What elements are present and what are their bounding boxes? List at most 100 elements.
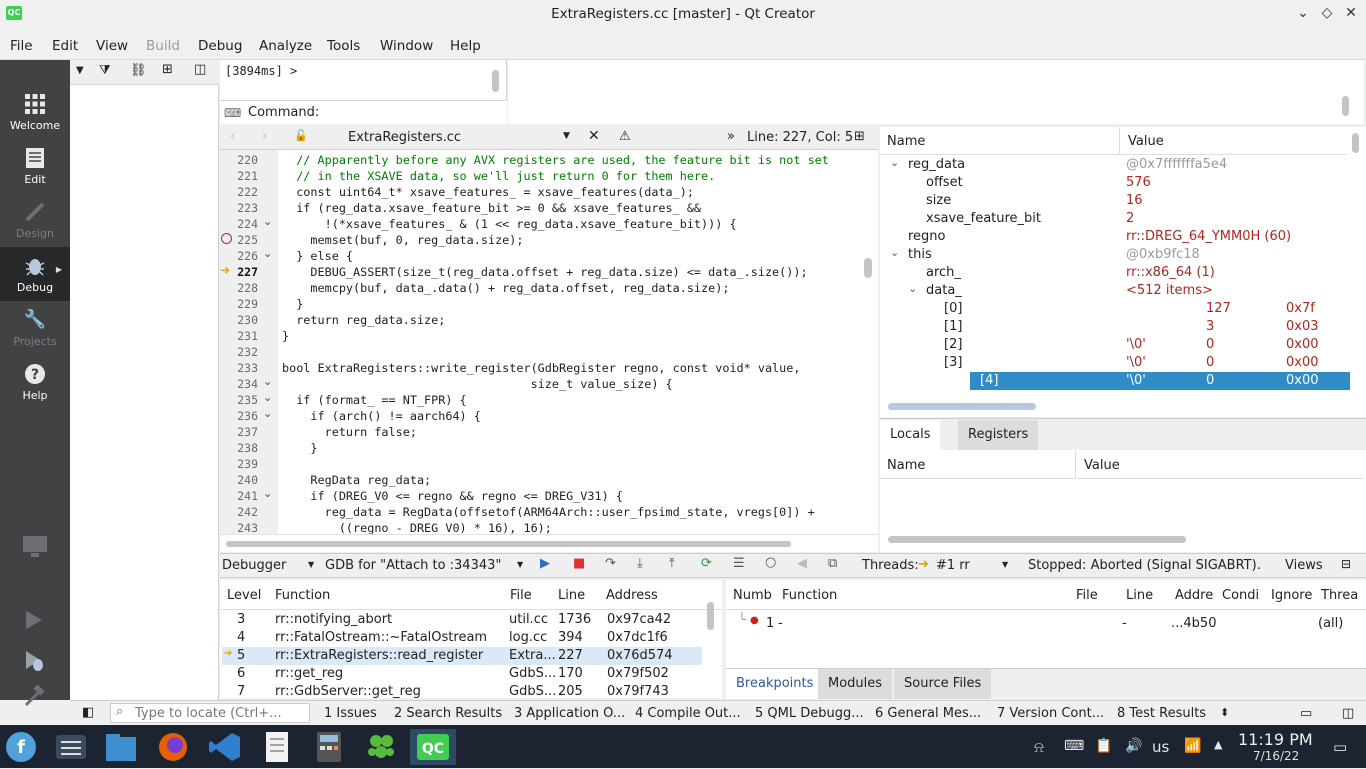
more-icon[interactable]: » (727, 129, 735, 144)
mode-design[interactable]: Design (0, 193, 70, 247)
console-scrollbar[interactable] (492, 70, 499, 92)
link-icon[interactable]: ⛓ (130, 63, 147, 78)
fedora-menu-icon[interactable]: f (2, 729, 40, 765)
step-into-icon[interactable]: ⤓ (637, 556, 643, 571)
firefox-icon[interactable] (154, 729, 192, 765)
code-line[interactable]: 239 (220, 456, 860, 472)
bp-header-file[interactable]: File (1076, 588, 1098, 603)
menu-help[interactable]: Help (450, 38, 481, 54)
chevron-down-icon[interactable]: ▼ (517, 560, 523, 569)
locals-header-name[interactable]: Name (880, 451, 1076, 479)
record-icon[interactable]: ○ (765, 555, 776, 570)
bp-header-number[interactable]: Numb (733, 588, 772, 603)
watch-vscroll[interactable] (1352, 133, 1359, 153)
output-issues[interactable]: 1 Issues (324, 706, 377, 721)
stack-header-function[interactable]: Function (275, 588, 330, 603)
watch-header-name[interactable]: Name (880, 127, 1120, 155)
close-output-icon[interactable]: ◫ (1342, 706, 1354, 721)
code-line[interactable]: 241 ⌄ if (DREG_V0 <= regno && regno <= DR… (220, 487, 860, 504)
editor-hscroll[interactable] (220, 534, 878, 552)
tab-registers[interactable]: Registers (958, 420, 1039, 450)
menu-analyze[interactable]: Analyze (259, 38, 312, 54)
watch-row[interactable]: offset 576 (882, 174, 1342, 192)
chevron-down-icon[interactable]: ▼ (1002, 560, 1008, 569)
menu-view[interactable]: View (96, 38, 128, 54)
network-icon[interactable]: 📶 (1184, 738, 1201, 754)
fold-marker-icon[interactable]: ⌄ (263, 487, 272, 500)
stop-debugger-icon[interactable]: ■ (573, 556, 585, 571)
watch-row[interactable]: ⌄ this @0xb9fc18 (882, 246, 1342, 264)
stack-row[interactable]: ➔ 5 rr::ExtraRegisters::read_register Extra… (222, 647, 702, 665)
updown-icon[interactable]: ⬍ (1220, 706, 1229, 719)
output-test-results[interactable]: 8 Test Results (1117, 706, 1206, 721)
locals-header-value[interactable]: Value (1077, 451, 1363, 479)
gdb-engine-selector[interactable]: GDB for "Attach to :34343" (325, 558, 501, 573)
expand-arrow-icon[interactable]: ⌄ (890, 246, 899, 259)
stack-row[interactable]: 4 rr::FatalOstream::~FatalOstream log.cc 39… (222, 629, 702, 647)
bp-header-line[interactable]: Line (1126, 588, 1153, 603)
toggle-sidebar-icon[interactable]: ◧ (82, 705, 94, 720)
close-icon[interactable]: ✕ (1342, 5, 1360, 23)
build-hammer-icon[interactable] (22, 684, 46, 711)
app-cluster-icon[interactable] (362, 729, 400, 765)
calculator-icon[interactable] (310, 729, 348, 765)
split-icon[interactable]: ⊞ (162, 62, 173, 77)
clipboard-icon[interactable]: 📋 (1095, 738, 1112, 754)
fold-marker-icon[interactable]: ⌄ (263, 247, 272, 260)
back-icon[interactable]: ‹ (230, 129, 235, 144)
code-line[interactable]: 226 ⌄ } else { (220, 247, 860, 264)
code-line[interactable]: 243 ((regno - DREG_V0) * 16), 16); (220, 520, 860, 534)
editor-vscroll[interactable] (864, 258, 872, 278)
output-general-messages[interactable]: 6 General Mes... (875, 706, 981, 721)
bp-header-function[interactable]: Function (782, 588, 837, 603)
stack-vscroll[interactable] (707, 602, 714, 630)
output-qml-debugger[interactable]: 5 QML Debugg... (755, 706, 864, 721)
mode-welcome[interactable]: Welcome (0, 85, 70, 139)
stack-row[interactable]: 7 rr::GdbServer::get_reg GdbS... 205 0x79f74… (222, 683, 702, 698)
code-line[interactable]: 237 return false; (220, 424, 860, 440)
tab-modules[interactable]: Modules (818, 669, 893, 699)
fold-marker-icon[interactable]: ⌄ (263, 407, 272, 420)
code-line[interactable]: 234 ⌄ size_t value_size) { (220, 375, 860, 392)
watch-row[interactable]: [2] '\0' 0 0x00 (882, 336, 1342, 354)
watch-row[interactable]: arch_ rr::x86_64 (1) (882, 264, 1342, 282)
split-editor-icon[interactable]: ⊞ (854, 129, 865, 144)
mode-edit[interactable]: Edit (0, 139, 70, 193)
watch-header-value[interactable]: Value (1121, 127, 1346, 155)
watch-row[interactable]: ⌄ data_ <512 items> (882, 282, 1342, 300)
clock-date[interactable]: 7/16/22 (1253, 749, 1299, 763)
bp-header-ignore[interactable]: Ignore (1271, 588, 1312, 603)
system-settings-icon[interactable] (52, 729, 90, 765)
maximize-icon[interactable]: ◇ (1318, 5, 1336, 23)
output-version-control[interactable]: 7 Version Cont... (997, 706, 1104, 721)
output-application-output[interactable]: 3 Application O... (514, 706, 625, 721)
code-line[interactable]: 230 return reg_data.size; (220, 312, 860, 328)
minimize-icon[interactable]: ⌄ (1294, 5, 1312, 23)
stack-row[interactable]: 6 rr::get_reg GdbS... 170 0x79f502 (222, 665, 702, 683)
clock-time[interactable]: 11:19 PM (1238, 730, 1313, 749)
watch-hscroll[interactable] (888, 403, 1036, 410)
code-line[interactable]: 228 memcpy(buf, data_.data() + reg_data.… (220, 280, 860, 296)
close-document-icon[interactable]: ✕ (588, 128, 600, 144)
restart-icon[interactable]: ⟳ (701, 556, 712, 571)
snapshot-icon[interactable]: ⧉ (828, 556, 837, 571)
mode-debug[interactable]: Debug ▶ (0, 247, 70, 301)
progress-toggle-icon[interactable]: ▭ (1300, 706, 1312, 721)
code-line[interactable]: 238 } (220, 440, 860, 456)
notifications-icon[interactable]: ⍾ (1034, 738, 1044, 756)
watch-row[interactable]: [0] 127 0x7f (882, 300, 1342, 318)
watch-row[interactable]: regno rr::DREG_64_YMM0H (60) (882, 228, 1342, 246)
log-scrollbar[interactable] (1342, 96, 1349, 116)
start-debugging-icon[interactable] (24, 649, 46, 677)
command-input[interactable] (320, 103, 500, 123)
menu-build[interactable]: Build (146, 38, 180, 54)
chevron-down-icon[interactable]: ▼ (563, 131, 570, 141)
output-compile-output[interactable]: 4 Compile Out... (635, 706, 741, 721)
fold-marker-icon[interactable]: ⌄ (263, 391, 272, 404)
tab-locals[interactable]: Locals (880, 420, 941, 450)
menu-tools[interactable]: Tools (327, 38, 360, 54)
code-line[interactable]: 227 ➔ DEBUG_ASSERT(size_t(reg_data.offset… (220, 263, 860, 280)
monitor-icon[interactable] (22, 535, 48, 563)
stack-header-file[interactable]: File (510, 588, 532, 603)
code-line[interactable]: 235 ⌄ if (format_ == NT_FPR) { (220, 391, 860, 408)
